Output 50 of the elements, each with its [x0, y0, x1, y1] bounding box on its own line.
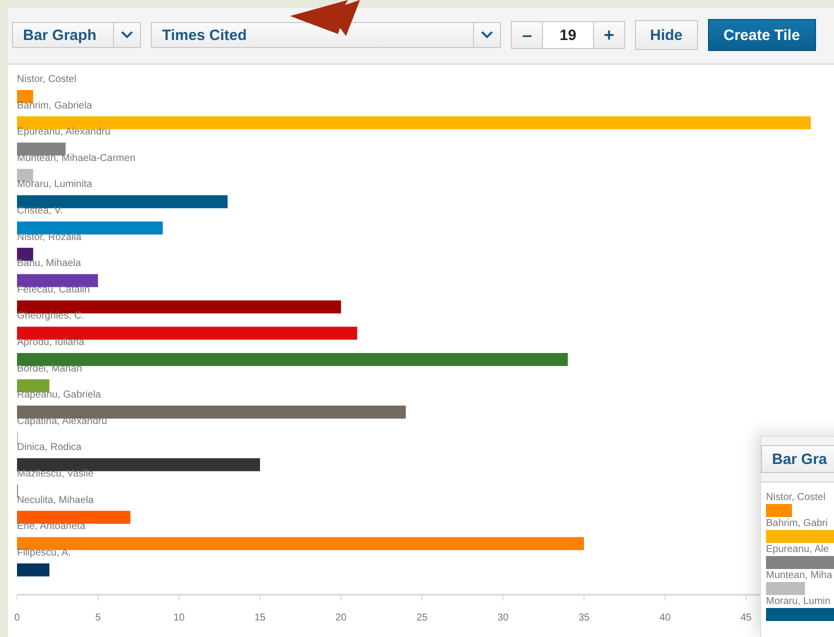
author-label: Cristea, V.	[17, 206, 63, 216]
tick-label: 25	[416, 612, 428, 624]
author-label: Aprodu, Iuliana	[17, 337, 84, 348]
tick-label: 35	[578, 612, 590, 624]
create-tile-button[interactable]: Create Tile	[708, 19, 816, 51]
bar	[17, 248, 34, 261]
author-label: Nistor, Rozalia	[17, 232, 82, 243]
caret-icon	[481, 31, 493, 39]
bar	[17, 379, 50, 392]
tick-label: 5	[95, 612, 101, 624]
author-label: Nistor, Costel	[17, 74, 76, 85]
hide-button[interactable]: Hide	[635, 20, 698, 50]
decrement-button[interactable]: –	[512, 22, 542, 48]
author-label: Bordei, Marian	[17, 363, 82, 374]
tick-label: 15	[254, 612, 266, 624]
author-label: Bahrim, Gabri	[766, 517, 829, 530]
author-label: Mazilescu, Vasile	[17, 468, 94, 480]
author-label: Moraru, Luminita	[17, 179, 92, 190]
author-label: Banu, Mihaela	[17, 258, 81, 270]
author-label: Nistor, Costel	[766, 491, 826, 504]
bar	[17, 563, 50, 576]
tick-label: 40	[659, 612, 671, 624]
arrow-icon	[290, 0, 360, 36]
tick-label: 10	[173, 612, 185, 624]
author-label: Neculita, Mihaela	[17, 494, 94, 506]
count-value[interactable]: 19	[542, 22, 594, 48]
tick-label: 20	[335, 612, 347, 624]
author-label: Muntean, Mihaela-Carmen	[17, 152, 136, 164]
caret-icon	[121, 31, 133, 39]
author-label: Moraru, Lumin	[766, 595, 832, 608]
author-label: Rapeanu, Gabriela	[17, 390, 101, 401]
author-label: Bahrim, Gabriela	[17, 100, 92, 112]
author-label: Filipescu, A.	[17, 547, 71, 558]
chart-type-dropdown[interactable]: Bar Graph	[12, 22, 141, 48]
author-label: Fetecau, Catalin	[17, 284, 90, 296]
author-label: Dinica, Rodica	[17, 442, 82, 454]
author-label: Epureanu, Alexandru	[17, 126, 110, 138]
metric-dropdown[interactable]: Times Cited	[151, 22, 501, 48]
author-label: Epureanu, Ale	[766, 543, 830, 556]
author-label: Capatina, Alexandru	[17, 416, 108, 427]
tick-label: 30	[497, 612, 509, 624]
author-label: Ene, Antoaneta	[17, 521, 86, 532]
increment-button[interactable]: +	[594, 22, 624, 48]
bar	[17, 168, 34, 182]
bar	[17, 90, 34, 103]
author-label: Gheorghies, C.	[17, 310, 84, 322]
tick-label: 45	[740, 612, 752, 624]
tick-label: 0	[14, 612, 20, 624]
chart-type-dropdown[interactable]: Bar Gra	[761, 445, 834, 473]
author-label: Muntean, Miha	[766, 569, 834, 582]
